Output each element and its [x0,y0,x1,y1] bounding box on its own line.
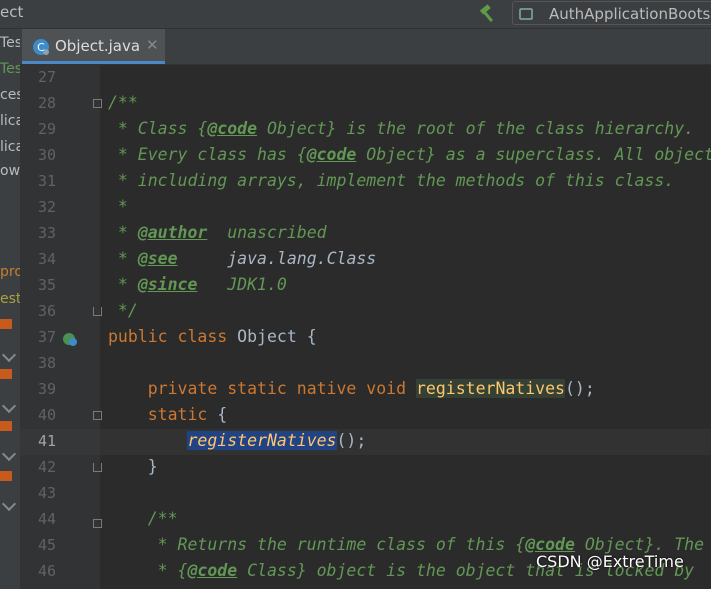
code-line-35: * @since JDK1.0 [108,275,287,294]
method-declaration[interactable]: registerNatives [415,379,565,398]
code-line-36: */ [108,301,138,320]
project-name[interactable]: ect [0,3,23,21]
code-line-30: * Every class has {@code Object} as a su… [108,145,711,164]
hammer-build-icon[interactable] [477,4,499,24]
tree-item[interactable]: Tes [0,35,20,51]
code-editor[interactable]: /** * Class {@code Object} is the root o… [100,64,711,589]
code-line-34: * @see java.lang.Class [108,249,377,268]
folder-icon [0,369,12,379]
folder-icon [0,421,12,431]
line-number: 42 [37,458,56,476]
tree-item[interactable]: ces [0,87,20,103]
chevron-icon [1,446,17,462]
run-configuration-dropdown[interactable]: AuthApplicationBoots [512,1,711,25]
chevron-icon [1,347,17,363]
line-number: 38 [37,354,56,372]
line-number: 44 [37,510,56,528]
line-number: 31 [37,172,56,190]
chevron-icon [1,398,17,414]
editor-tab-bar: C Object.java ✕ [20,29,711,65]
tree-item[interactable]: lica [0,139,20,155]
line-number: 29 [37,120,56,138]
java-class-icon: C [33,39,49,55]
line-number: 28 [37,94,56,112]
tab-label: Object.java [55,37,141,55]
tree-item[interactable]: ow [0,163,20,179]
project-tree-panel: Tes Tes ces lica lica ow pro est [0,29,20,589]
line-number: 43 [37,484,56,502]
method-call-selected[interactable]: registerNatives [187,431,337,450]
title-toolbar: ect AuthApplicationBoots [0,0,711,29]
code-line-33: * @author unascribed [108,223,327,242]
code-line-40: static { [147,405,228,424]
code-line-41: registerNatives(); [187,431,367,450]
line-number: 34 [37,250,56,268]
line-number: 36 [37,302,56,320]
code-line-31: * including arrays, implement the method… [108,171,675,190]
line-number: 40 [37,406,56,424]
close-tab-icon[interactable]: ✕ [146,36,159,54]
line-number: 27 [37,68,56,86]
line-number: 39 [37,380,56,398]
code-line-37: public class Object { [108,327,317,346]
code-line-32: * [108,197,128,216]
folder-icon [0,319,12,329]
line-number: 30 [37,146,56,164]
line-number: 46 [37,562,56,580]
folder-icon [0,471,12,481]
line-number: 32 [37,198,56,216]
spring-boot-icon [519,8,533,20]
line-number: 37 [37,328,56,346]
watermark: CSDN @ExtreTime [536,552,684,571]
line-number: 33 [37,224,56,242]
line-number: 45 [37,536,56,554]
line-number: 35 [37,276,56,294]
line-number-current: 41 [37,432,56,450]
code-line-29: * Class {@code Object} is the root of th… [108,119,695,138]
code-line-42: } [108,457,158,476]
run-configuration-label: AuthApplicationBoots [549,5,711,23]
chevron-icon [1,496,17,512]
tree-item[interactable]: lica [0,113,20,129]
tree-item[interactable]: pro [0,264,20,280]
class-hierarchy-icon[interactable] [62,332,78,348]
code-line-44: /** [108,509,178,528]
tree-item[interactable]: Tes [0,61,20,77]
tab-object-java[interactable]: C Object.java ✕ [22,29,165,64]
code-line-39: private static native void registerNativ… [147,379,595,398]
tree-item[interactable]: est [0,291,20,307]
line-number-gutter: 27 28 29 30 31 32 33 34 35 36 37 38 39 4… [20,64,102,589]
code-line-28: /** [108,93,138,112]
